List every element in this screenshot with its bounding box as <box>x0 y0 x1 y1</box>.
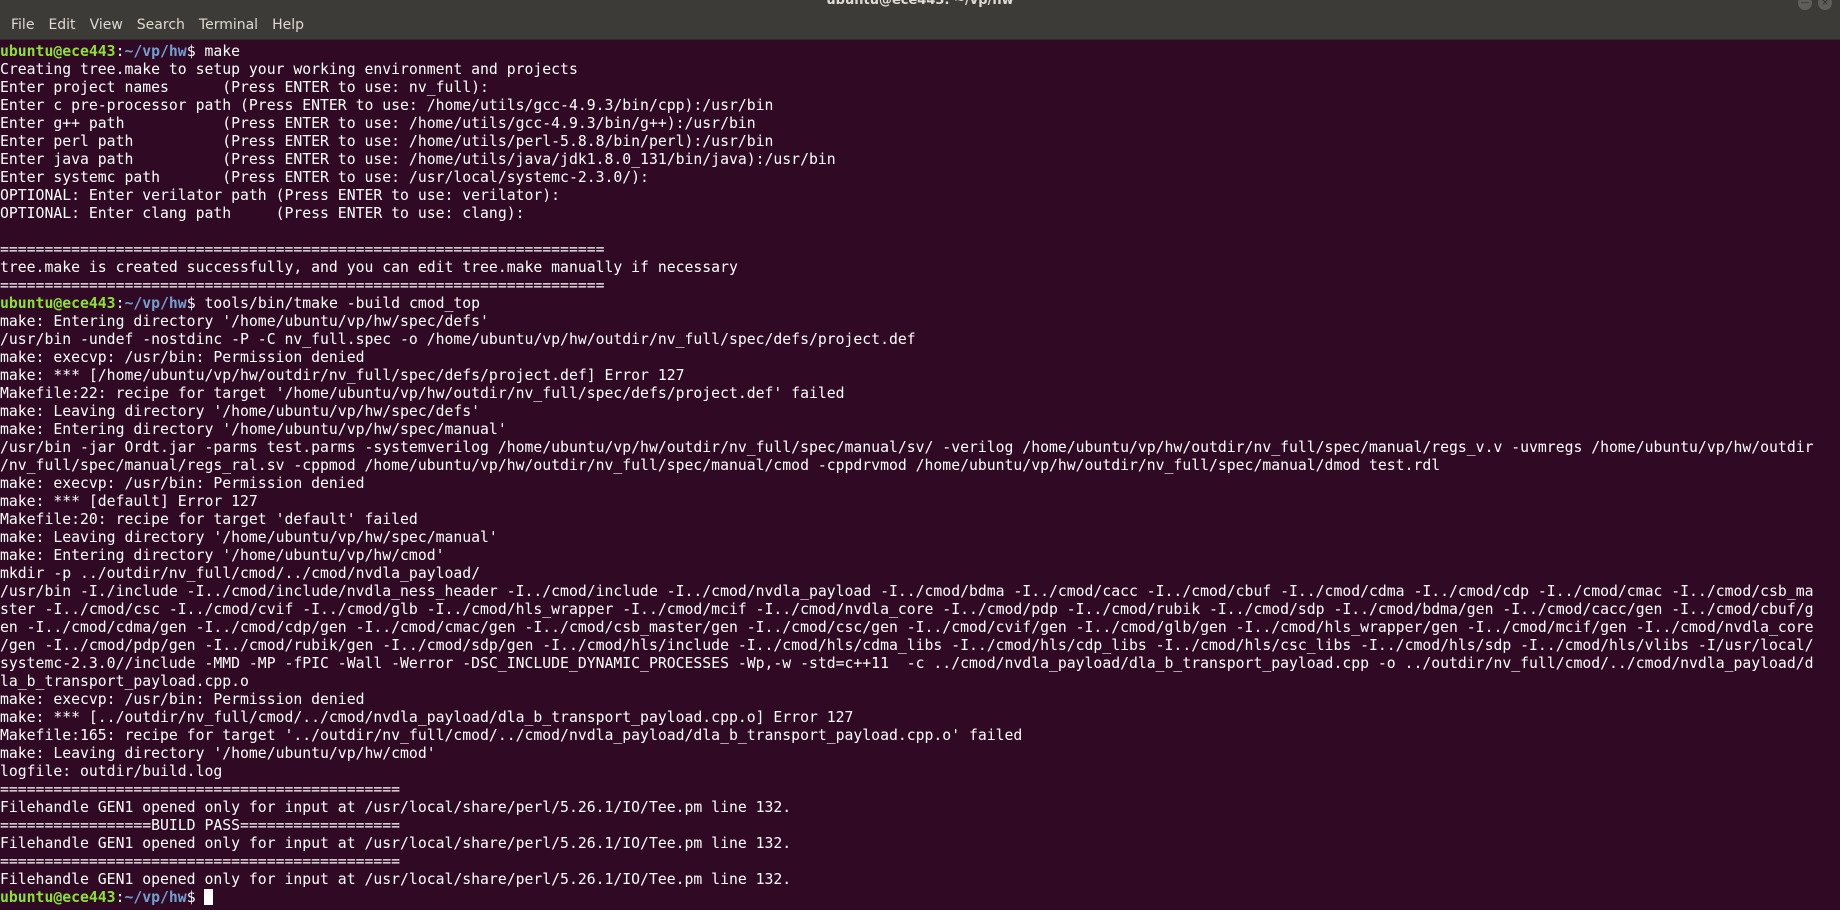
output-line: make: Leaving directory '/home/ubuntu/vp… <box>0 403 481 420</box>
prompt-path: ~/vp/hw <box>124 43 187 60</box>
output-line: make: *** [default] Error 127 <box>0 493 258 510</box>
output-line: /usr/bin -undef -nostdinc -P -C nv_full.… <box>0 331 916 348</box>
prompt-user: ubuntu@ece443 <box>0 295 116 312</box>
output-line: Enter java path (Press ENTER to use: /ho… <box>0 151 836 168</box>
prompt-symbol: $ <box>186 295 196 312</box>
menu-help[interactable]: Help <box>265 10 311 40</box>
output-line: Filehandle GEN1 opened only for input at… <box>0 799 792 816</box>
output-line: Makefile:20: recipe for target 'default'… <box>0 511 418 528</box>
output-line: la_b_transport_payload.cpp.o <box>0 673 249 690</box>
output-line: make: *** [/home/ubuntu/vp/hw/outdir/nv_… <box>0 367 685 384</box>
prompt-user: ubuntu@ece443 <box>0 43 116 60</box>
text-cursor <box>204 889 214 905</box>
output-line: Enter project names (Press ENTER to use:… <box>0 79 489 96</box>
window-controls: — × <box>1798 0 1832 10</box>
output-line: Filehandle GEN1 opened only for input at… <box>0 871 792 888</box>
prompt-line: ubuntu@ece443:~/vp/hw$ tools/bin/tmake -… <box>0 295 1840 313</box>
output-line: mkdir -p ../outdir/nv_full/cmod/../cmod/… <box>0 565 481 582</box>
title-bar: ubuntu@ece443: ~/vp/hw — × <box>0 0 1840 10</box>
output-line: /gen -I../cmod/pdp/gen -I../cmod/rubik/g… <box>0 637 1814 654</box>
output-line: systemc-2.3.0//include -MMD -MP -fPIC -W… <box>0 655 1814 672</box>
output-line: ster -I../cmod/csc -I../cmod/cvif -I../c… <box>0 601 1814 618</box>
output-line: logfile: outdir/build.log <box>0 763 223 780</box>
output-line: make: execvp: /usr/bin: Permission denie… <box>0 475 365 492</box>
output-line: Makefile:22: recipe for target '/home/ub… <box>0 385 845 402</box>
output-line: /nv_full/spec/manual/regs_ral.sv -cppmod… <box>0 457 1441 474</box>
window-title: ubuntu@ece443: ~/vp/hw <box>826 0 1014 8</box>
output-line: Enter systemc path (Press ENTER to use: … <box>0 169 649 186</box>
output-line: make: execvp: /usr/bin: Permission denie… <box>0 349 365 366</box>
command-text: tools/bin/tmake -build cmod_top <box>195 295 481 312</box>
output-line: /usr/bin -I./include -I../cmod/include/n… <box>0 583 1814 600</box>
output-line: =================BUILD PASS=============… <box>0 817 401 834</box>
output-line: Makefile:165: recipe for target '../outd… <box>0 727 1023 744</box>
terminal-output[interactable]: ubuntu@ece443:~/vp/hw$ make Creating tree… <box>0 41 1840 910</box>
output-line: ========================================… <box>0 241 605 258</box>
output-line: make: *** [../outdir/nv_full/cmod/../cmo… <box>0 709 854 726</box>
prompt-user: ubuntu@ece443 <box>0 889 116 906</box>
menu-file[interactable]: File <box>4 10 41 40</box>
output-line: ========================================… <box>0 853 401 870</box>
prompt-line: ubuntu@ece443:~/vp/hw$ make <box>0 43 1840 61</box>
output-line: Enter c pre-processor path (Press ENTER … <box>0 97 774 114</box>
output-line: en -I../cmod/cdma/gen -I../cmod/cdp/gen … <box>0 619 1814 636</box>
prompt-line: ubuntu@ece443:~/vp/hw$ <box>0 889 1840 907</box>
output-line: /usr/bin -jar Ordt.jar -parms test.parms… <box>0 439 1814 456</box>
prompt-path: ~/vp/hw <box>124 295 187 312</box>
minimize-button[interactable]: — <box>1798 0 1812 10</box>
output-line: OPTIONAL: Enter verilator path (Press EN… <box>0 187 561 204</box>
output-line: Creating tree.make to setup your working… <box>0 61 578 78</box>
output-line: make: Entering directory '/home/ubuntu/v… <box>0 313 489 330</box>
menu-terminal[interactable]: Terminal <box>192 10 265 40</box>
output-line: tree.make is created successfully, and y… <box>0 259 738 276</box>
command-text <box>196 889 205 906</box>
output-line: ========================================… <box>0 781 401 798</box>
terminal-window: ubuntu@ece443: ~/vp/hw — × File Edit Vie… <box>0 0 1840 910</box>
prompt-symbol: $ <box>186 889 196 906</box>
output-line: make: execvp: /usr/bin: Permission denie… <box>0 691 365 708</box>
output-line: make: Leaving directory '/home/ubuntu/vp… <box>0 529 498 546</box>
menu-search[interactable]: Search <box>130 10 192 40</box>
output-line: Enter perl path (Press ENTER to use: /ho… <box>0 133 774 150</box>
output-line: make: Leaving directory '/home/ubuntu/vp… <box>0 745 436 762</box>
output-line: make: Entering directory '/home/ubuntu/v… <box>0 547 445 564</box>
prompt-symbol: $ <box>186 43 196 60</box>
command-text: make <box>195 43 241 60</box>
menu-view[interactable]: View <box>83 10 130 40</box>
menu-bar: File Edit View Search Terminal Help <box>0 10 1840 40</box>
output-line: Enter g++ path (Press ENTER to use: /hom… <box>0 115 756 132</box>
output-line: ========================================… <box>0 277 605 294</box>
output-line: OPTIONAL: Enter clang path (Press ENTER … <box>0 205 525 222</box>
close-button[interactable]: × <box>1818 0 1832 10</box>
menu-edit[interactable]: Edit <box>41 10 82 40</box>
output-line: make: Entering directory '/home/ubuntu/v… <box>0 421 507 438</box>
prompt-path: ~/vp/hw <box>124 889 187 906</box>
output-line: Filehandle GEN1 opened only for input at… <box>0 835 792 852</box>
